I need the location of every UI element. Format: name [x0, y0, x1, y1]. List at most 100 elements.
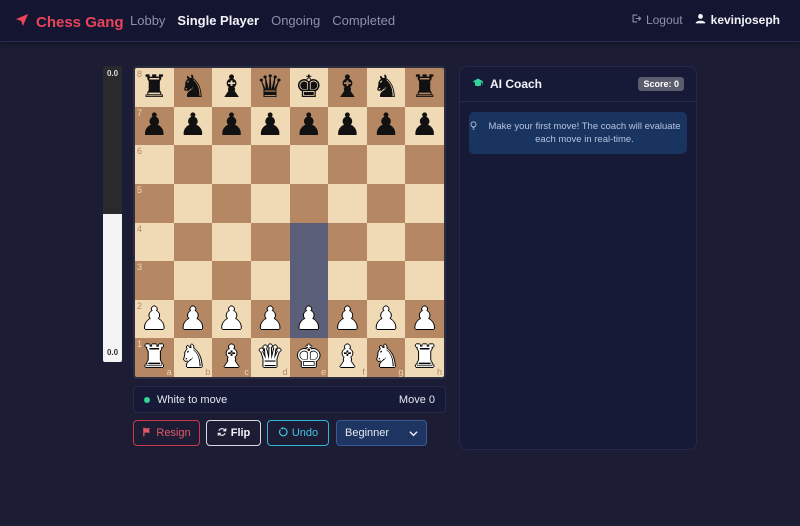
- square-h7[interactable]: ♟: [405, 106, 444, 146]
- square-c4[interactable]: [212, 222, 251, 262]
- square-h4[interactable]: [405, 222, 444, 262]
- square-g8[interactable]: ♞: [366, 68, 406, 107]
- square-f1[interactable]: f ♝: [328, 338, 367, 377]
- nav-link-lobby[interactable]: Lobby: [130, 13, 165, 28]
- square-g3[interactable]: [366, 261, 406, 300]
- square-e2[interactable]: ♟: [289, 299, 329, 339]
- square-d5[interactable]: [250, 183, 290, 223]
- square-c6[interactable]: [212, 145, 251, 184]
- black-queen-piece[interactable]: ♛: [256, 71, 284, 103]
- square-g7[interactable]: ♟: [366, 106, 406, 146]
- square-a7[interactable]: 7 ♟: [135, 106, 174, 146]
- white-queen-piece[interactable]: ♛: [256, 342, 284, 373]
- square-g5[interactable]: [366, 183, 406, 223]
- square-c7[interactable]: ♟: [212, 106, 251, 146]
- square-b3[interactable]: [173, 261, 213, 300]
- square-f6[interactable]: [328, 145, 367, 184]
- black-pawn-piece[interactable]: ♟: [218, 110, 246, 141]
- square-h5[interactable]: [405, 183, 444, 223]
- square-e3[interactable]: [289, 261, 329, 300]
- nav-link-ongoing[interactable]: Ongoing: [271, 13, 320, 28]
- black-pawn-piece[interactable]: ♟: [179, 110, 207, 141]
- square-a1[interactable]: 1 a ♜: [135, 338, 174, 377]
- square-d7[interactable]: ♟: [250, 106, 290, 146]
- white-rook-piece[interactable]: ♜: [140, 342, 168, 373]
- black-pawn-piece[interactable]: ♟: [140, 110, 168, 141]
- black-knight-piece[interactable]: ♞: [179, 71, 207, 103]
- square-a2[interactable]: 2 ♟: [135, 299, 174, 339]
- white-pawn-piece[interactable]: ♟: [295, 303, 323, 335]
- black-rook-piece[interactable]: ♜: [411, 71, 439, 103]
- square-g2[interactable]: ♟: [366, 299, 406, 339]
- square-c2[interactable]: ♟: [212, 299, 251, 339]
- square-e7[interactable]: ♟: [289, 106, 329, 146]
- undo-button[interactable]: Undo: [267, 420, 329, 446]
- black-king-piece[interactable]: ♚: [295, 71, 323, 103]
- white-bishop-piece[interactable]: ♝: [218, 342, 246, 373]
- black-bishop-piece[interactable]: ♝: [334, 71, 362, 103]
- white-pawn-piece[interactable]: ♟: [411, 303, 439, 335]
- square-a3[interactable]: 3: [135, 261, 174, 300]
- black-pawn-piece[interactable]: ♟: [334, 110, 362, 141]
- resign-button[interactable]: Resign: [133, 420, 200, 446]
- black-knight-piece[interactable]: ♞: [372, 71, 400, 103]
- square-f4[interactable]: [328, 222, 367, 262]
- white-pawn-piece[interactable]: ♟: [256, 303, 284, 335]
- square-g1[interactable]: g ♞: [366, 338, 406, 377]
- square-h1[interactable]: h ♜: [405, 338, 444, 377]
- square-f5[interactable]: [328, 183, 367, 223]
- square-e8[interactable]: ♚: [289, 68, 329, 107]
- square-b8[interactable]: ♞: [173, 68, 213, 107]
- square-f3[interactable]: [328, 261, 367, 300]
- black-pawn-piece[interactable]: ♟: [295, 110, 323, 141]
- square-g4[interactable]: [366, 222, 406, 262]
- white-knight-piece[interactable]: ♞: [179, 342, 207, 373]
- square-b1[interactable]: b ♞: [173, 338, 213, 377]
- square-b5[interactable]: [173, 183, 213, 223]
- brand[interactable]: Chess Gang: [15, 12, 124, 32]
- square-e6[interactable]: [289, 145, 329, 184]
- square-h8[interactable]: ♜: [405, 68, 444, 107]
- square-d4[interactable]: [250, 222, 290, 262]
- black-pawn-piece[interactable]: ♟: [372, 110, 400, 141]
- square-d6[interactable]: [250, 145, 290, 184]
- flip-button[interactable]: Flip: [206, 420, 261, 446]
- white-pawn-piece[interactable]: ♟: [140, 303, 168, 335]
- white-pawn-piece[interactable]: ♟: [218, 303, 246, 335]
- square-a5[interactable]: 5: [135, 183, 174, 223]
- square-b2[interactable]: ♟: [173, 299, 213, 339]
- square-f8[interactable]: ♝: [328, 68, 367, 107]
- black-pawn-piece[interactable]: ♟: [411, 110, 439, 141]
- square-e5[interactable]: [289, 183, 329, 223]
- square-a4[interactable]: 4: [135, 222, 174, 262]
- square-h2[interactable]: ♟: [405, 299, 444, 339]
- white-rook-piece[interactable]: ♜: [411, 342, 439, 373]
- square-d8[interactable]: ♛: [250, 68, 290, 107]
- square-f7[interactable]: ♟: [328, 106, 367, 146]
- square-b6[interactable]: [173, 145, 213, 184]
- white-bishop-piece[interactable]: ♝: [334, 342, 362, 373]
- white-knight-piece[interactable]: ♞: [372, 342, 400, 373]
- square-e4[interactable]: [289, 222, 329, 262]
- white-king-piece[interactable]: ♚: [295, 342, 323, 373]
- square-a6[interactable]: 6: [135, 145, 174, 184]
- black-rook-piece[interactable]: ♜: [140, 71, 168, 103]
- square-d2[interactable]: ♟: [250, 299, 290, 339]
- nav-link-completed[interactable]: Completed: [332, 13, 395, 28]
- square-c5[interactable]: [212, 183, 251, 223]
- difficulty-select[interactable]: Beginner: [336, 420, 427, 446]
- square-e1[interactable]: e ♚: [289, 338, 329, 377]
- user-menu[interactable]: kevinjoseph: [695, 13, 780, 27]
- square-g6[interactable]: [366, 145, 406, 184]
- square-b7[interactable]: ♟: [173, 106, 213, 146]
- black-pawn-piece[interactable]: ♟: [256, 110, 284, 141]
- square-f2[interactable]: ♟: [328, 299, 367, 339]
- square-h3[interactable]: [405, 261, 444, 300]
- square-d3[interactable]: [250, 261, 290, 300]
- square-b4[interactable]: [173, 222, 213, 262]
- square-h6[interactable]: [405, 145, 444, 184]
- square-d1[interactable]: d ♛: [250, 338, 290, 377]
- nav-link-single-player[interactable]: Single Player: [177, 13, 259, 28]
- square-c1[interactable]: c ♝: [212, 338, 251, 377]
- white-pawn-piece[interactable]: ♟: [334, 303, 362, 335]
